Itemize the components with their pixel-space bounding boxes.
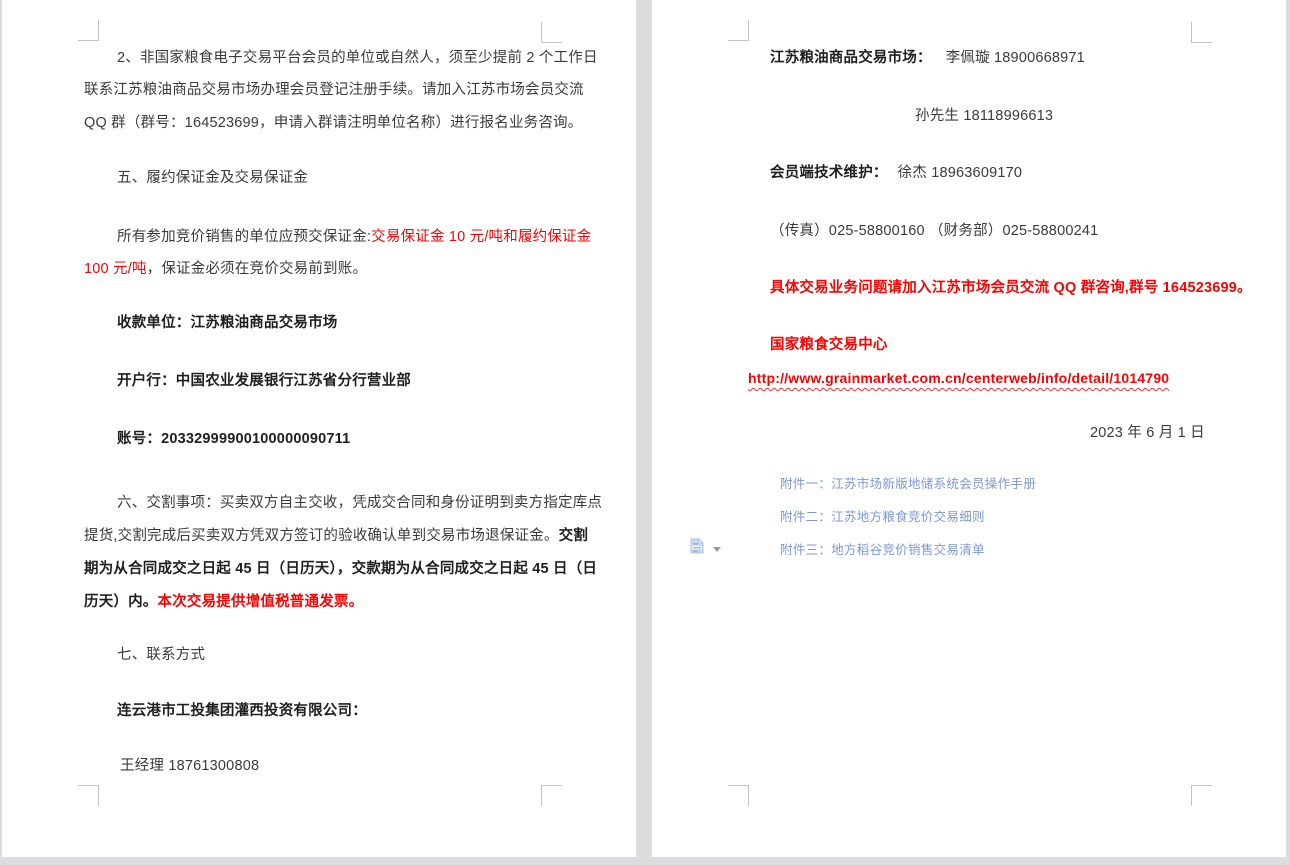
text-boundary-mark-top-left <box>728 20 749 41</box>
delivery-line-4: 历天）内。本次交易提供增值税普通发票。 <box>84 592 363 612</box>
text-boundary-mark-bottom-right <box>541 785 562 806</box>
attachment-link-2[interactable]: 附件二：江苏地方粮食竞价交易细则 <box>780 507 985 527</box>
invoice-notice-red: 本次交易提供增值税普通发票。 <box>158 594 364 610</box>
tech-support-line: 会员端技术维护： 徐杰 18963609170 <box>770 163 1022 183</box>
market-contact-2: 孙先生 18118996613 <box>915 106 1053 126</box>
qq-notice-line: 具体交易业务问题请加入江苏市场会员交流 QQ 群咨询,群号 164523699。 <box>770 278 1252 298</box>
deposit-text-black: 所有参加竞价销售的单位应预交保证金: <box>117 229 371 245</box>
delivery-text-bold: 交割 <box>559 528 588 544</box>
delivery-line-1: 六、交割事项：买卖双方自主交收，凭成交合同和身份证明到卖方指定库点 <box>117 493 602 513</box>
delivery-line-3: 期为从合同成交之日起 45 日（日历天），交款期为从合同成交之日起 45 日（日 <box>84 559 597 579</box>
market-label: 江苏粮油商品交易市场： <box>770 50 932 66</box>
delivery-line-2: 提货,交割完成后买卖双方凭双方签订的验收确认单到交易市场退保证金。交割 <box>84 526 588 546</box>
paste-options-button[interactable] <box>688 536 734 560</box>
paragraph-line: QQ 群（群号：164523699，申请入群请注明单位名称）进行报名业务咨询。 <box>84 113 582 133</box>
paragraph-line: 联系江苏粮油商品交易市场办理会员登记注册手续。请加入江苏市场会员交流 <box>84 80 584 100</box>
delivery-text-bold-2: 历天）内。 <box>84 594 158 610</box>
section-5-heading: 五、履约保证金及交易保证金 <box>117 168 308 188</box>
document-view: 2、非国家粮食电子交易平台会员的单位或自然人，须至少提前 2 个工作日 联系江苏… <box>0 0 1290 865</box>
paragraph-line: 2、非国家粮食电子交易平台会员的单位或自然人，须至少提前 2 个工作日 <box>117 48 598 68</box>
manager-contact-line: 王经理 18761300808 <box>120 756 259 776</box>
tech-contact: 徐杰 18963609170 <box>898 165 1023 181</box>
market-contact-1: 李佩璇 18900668971 <box>946 50 1085 66</box>
text-boundary-mark-top-right <box>1191 22 1212 43</box>
paste-options-icon <box>688 536 706 561</box>
grain-center-url-link[interactable]: http://www.grainmarket.com.cn/centerweb/… <box>748 368 1169 388</box>
market-contact-line: 江苏粮油商品交易市场： 李佩璇 18900668971 <box>770 48 1085 68</box>
text-boundary-mark-bottom-left <box>728 785 749 806</box>
dropdown-caret-icon <box>713 547 721 552</box>
attachment-link-3[interactable]: 附件三：地方稻谷竞价销售交易清单 <box>780 540 985 560</box>
canvas-right-edge <box>1286 0 1290 865</box>
document-date: 2023 年 6 月 1 日 <box>1090 423 1205 443</box>
grain-center-name: 国家粮食交易中心 <box>770 335 888 355</box>
document-page-2[interactable]: 江苏粮油商品交易市场： 李佩璇 18900668971 孙先生 181189966… <box>652 0 1286 857</box>
text-boundary-mark-bottom-left <box>78 785 99 806</box>
text-boundary-mark-top-left <box>78 20 99 41</box>
delivery-text-plain: 提货,交割完成后买卖双方凭双方签订的验收确认单到交易市场退保证金。 <box>84 528 559 544</box>
deposit-text-red: 交易保证金 10 元/吨和履约保证金 <box>371 229 591 245</box>
document-page-1[interactable]: 2、非国家粮食电子交易平台会员的单位或自然人，须至少提前 2 个工作日 联系江苏… <box>2 0 636 857</box>
attachment-link-1[interactable]: 附件一：江苏市场新版地储系统会员操作手册 <box>780 474 1036 494</box>
fax-line: （传真）025-58800160 （财务部）025-58800241 <box>770 221 1098 241</box>
account-line: 账号：20332999900100000090711 <box>117 429 350 449</box>
deposit-line-2: 100 元/吨，保证金必须在竞价交易前到账。 <box>84 259 367 279</box>
deposit-text-black-2: ，保证金必须在竞价交易前到账。 <box>147 261 368 277</box>
deposit-amount-red: 100 元/吨 <box>84 261 147 277</box>
text-boundary-mark-top-right <box>541 22 562 43</box>
deposit-line-1: 所有参加竞价销售的单位应预交保证金:交易保证金 10 元/吨和履约保证金 <box>117 227 591 247</box>
section-7-heading: 七、联系方式 <box>117 645 205 665</box>
company-line: 连云港市工投集团灌西投资有限公司： <box>117 701 367 721</box>
payee-line: 收款单位：江苏粮油商品交易市场 <box>117 313 338 333</box>
text-boundary-mark-bottom-right <box>1191 785 1212 806</box>
tech-label: 会员端技术维护： <box>770 165 888 181</box>
bank-line: 开户行：中国农业发展银行江苏省分行营业部 <box>117 371 411 391</box>
